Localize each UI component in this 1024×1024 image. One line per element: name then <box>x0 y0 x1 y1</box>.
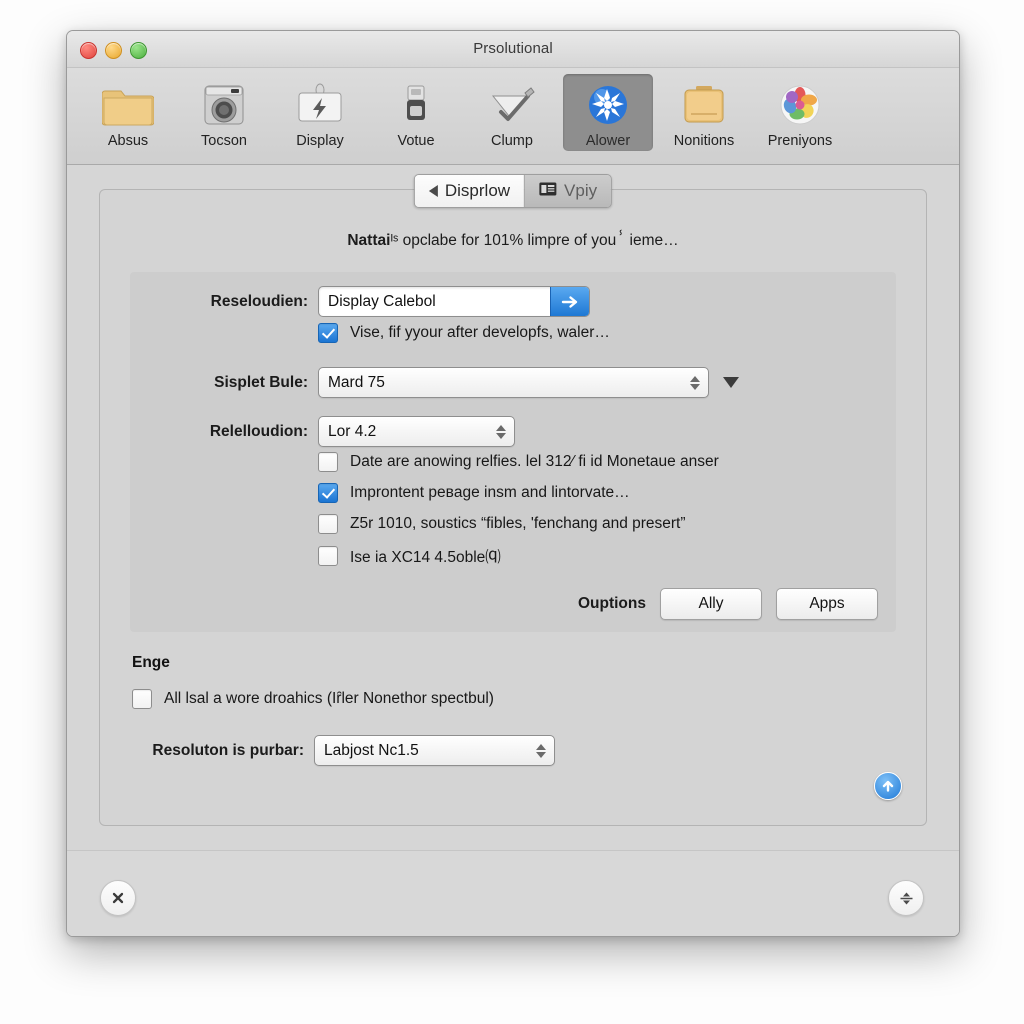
ally-button[interactable]: Ally <box>660 588 762 620</box>
toolbar-item-votue[interactable]: Votue <box>371 74 461 151</box>
option-checkbox-label: Improntent peʙage insm and lintorvate… <box>350 484 630 501</box>
vise-checkbox[interactable] <box>318 323 338 343</box>
stepper-down-icon <box>536 751 546 758</box>
option-checkbox-row-4[interactable]: Ise ia XC14 4.5oble⒬ <box>318 545 501 567</box>
window-title: Prsolutional <box>473 40 553 57</box>
check-pen-icon <box>486 79 538 131</box>
option-checkbox[interactable] <box>318 452 338 472</box>
toolbar-item-label: Clump <box>491 133 533 149</box>
chevron-down-icon[interactable] <box>723 377 739 388</box>
window-content: Disprlow Vpiy Nattaiᴵˢ opclabe for 101% … <box>67 165 959 936</box>
toolbar-item-label: Display <box>296 133 344 149</box>
relelloudion-combo[interactable]: Lor 4.2 <box>318 416 515 447</box>
toolbar-item-label: Votue <box>397 133 435 149</box>
desktop-background: Prsolutional Absus Tocson Display Votue … <box>0 0 1024 1024</box>
purbar-value: Labjost Nc1.5 <box>324 741 419 759</box>
tab-bar: Disprlow Vpiy <box>413 174 613 208</box>
purbar-label: Resoluton is purbar: <box>152 741 304 759</box>
purbar-stepper[interactable] <box>532 743 550 758</box>
toolbar-item-nonitions[interactable]: Nonitions <box>659 74 749 151</box>
resolution-input[interactable]: Display Calebol <box>318 286 590 317</box>
engine-section-title: Enge <box>132 654 170 671</box>
vise-checkbox-row[interactable]: Vise, fif yyour after developfs, waler… <box>318 323 610 343</box>
tab-vpiy[interactable]: Vpiy <box>524 175 612 207</box>
toolbar-item-absus[interactable]: Absus <box>83 74 173 151</box>
settings-groupbox: Reseloudien: Display Calebol Vise, fif y… <box>130 272 896 632</box>
toolbar-item-label: Preniyons <box>767 133 833 149</box>
arrow-up-circle-icon[interactable] <box>874 772 902 800</box>
option-checkbox[interactable] <box>318 514 338 534</box>
toolbar-item-display[interactable]: Display <box>275 74 365 151</box>
resolution-value: Display Calebol <box>328 292 436 310</box>
preferences-window: Prsolutional Absus Tocson Display Votue … <box>66 30 960 937</box>
close-x-icon[interactable] <box>100 880 136 916</box>
stepper-up-icon <box>690 375 700 382</box>
relelloudion-stepper[interactable] <box>492 424 510 439</box>
relelloudion-row: Relelloudion: Lor 4.2 <box>130 416 515 447</box>
options-row: Ouptions Ally Apps <box>578 588 878 620</box>
option-checkbox-row-3[interactable]: Z5r 1010, soustics “fibles, 'fenchang an… <box>318 514 686 534</box>
relelloudion-value: Lor 4.2 <box>328 422 377 440</box>
relelloudion-label: Relelloudion: <box>209 422 308 440</box>
sisplet-value: Mard 75 <box>328 373 385 391</box>
window-bottom-bar <box>67 850 959 936</box>
stepper-down-icon <box>690 383 700 390</box>
panel-headline: Nattaiᴵˢ opclabe for 101% limpre of youⸯ… <box>100 228 926 250</box>
arrow-right-icon[interactable] <box>550 287 589 316</box>
headline-bold: Nattai <box>347 232 391 249</box>
option-checkbox-label: Date are anowing relfies. lel 312⁄ fi id… <box>350 453 719 470</box>
display-bolt-icon <box>294 79 346 131</box>
engine-checkbox[interactable] <box>132 689 152 709</box>
toolbar-item-alower[interactable]: Alower <box>563 74 653 151</box>
washer-icon <box>198 79 250 131</box>
sisplet-combo[interactable]: Mard 75 <box>318 367 709 398</box>
toolbar-item-clump[interactable]: Clump <box>467 74 557 151</box>
purbar-combo[interactable]: Labjost Nc1.5 <box>314 735 555 766</box>
apps-button[interactable]: Apps <box>776 588 878 620</box>
option-checkbox-row-2[interactable]: Improntent peʙage insm and lintorvate… <box>318 483 630 503</box>
tab-label: Vpiy <box>564 181 598 200</box>
toolbar-item-label: Absus <box>107 133 149 149</box>
headline-rest: ᴵˢ opclabe for 101% limpre of youⸯ ieme… <box>390 232 679 249</box>
toolbar-item-tocson[interactable]: Tocson <box>179 74 269 151</box>
bluetooth-sparkle-icon <box>582 79 634 131</box>
option-checkbox[interactable] <box>318 483 338 503</box>
folder-icon <box>102 79 154 131</box>
sisplet-stepper[interactable] <box>686 375 704 390</box>
engine-checkbox-row[interactable]: All lsal a wore droahics (Iȓler Nonethor… <box>132 689 494 709</box>
toolbar-item-label: Alower <box>585 133 631 149</box>
vise-checkbox-label: Vise, fif yyour after developfs, waler… <box>350 324 610 341</box>
option-checkbox-label: Z5r 1010, soustics “fibles, 'fenchang an… <box>350 515 686 532</box>
briefcase-icon <box>678 79 730 131</box>
tab-label: Disprlow <box>444 181 511 200</box>
engine-checkbox-label: All lsal a wore droahics (Iȓler Nonethor… <box>164 690 494 707</box>
printer-icon <box>390 79 442 131</box>
sort-updown-icon[interactable] <box>888 880 924 916</box>
photos-flower-icon <box>774 79 826 131</box>
stepper-up-icon <box>536 743 546 750</box>
option-checkbox[interactable] <box>318 546 338 566</box>
window-titlebar: Prsolutional <box>67 31 959 68</box>
resolution-label: Reseloudien: <box>210 292 308 310</box>
toolbar-item-preniyons[interactable]: Preniyons <box>755 74 845 151</box>
option-checkbox-row-1[interactable]: Date are anowing relfies. lel 312⁄ fi id… <box>318 452 719 472</box>
toolbar-item-label: Tocson <box>201 133 247 149</box>
back-triangle-icon <box>428 185 438 197</box>
option-checkbox-label: Ise ia XC14 4.5oble⒬ <box>350 549 501 566</box>
toolbar-item-label: Nonitions <box>673 133 735 149</box>
toolbar: Absus Tocson Display Votue Clump Alower … <box>67 68 959 165</box>
sisplet-label: Sisplet Bule: <box>214 373 308 391</box>
stepper-down-icon <box>496 432 506 439</box>
stepper-up-icon <box>496 424 506 431</box>
sisplet-row: Sisplet Bule: Mard 75 <box>130 367 739 398</box>
resolution-row: Reseloudien: Display Calebol <box>130 286 850 317</box>
options-label: Ouptions <box>577 595 646 612</box>
tab-disprlow[interactable]: Disprlow <box>414 175 525 207</box>
preferences-panel: Disprlow Vpiy Nattaiᴵˢ opclabe for 101% … <box>99 174 927 826</box>
purbar-row: Resoluton is purbar: Labjost Nc1.5 <box>108 735 555 766</box>
card-icon <box>539 181 557 201</box>
